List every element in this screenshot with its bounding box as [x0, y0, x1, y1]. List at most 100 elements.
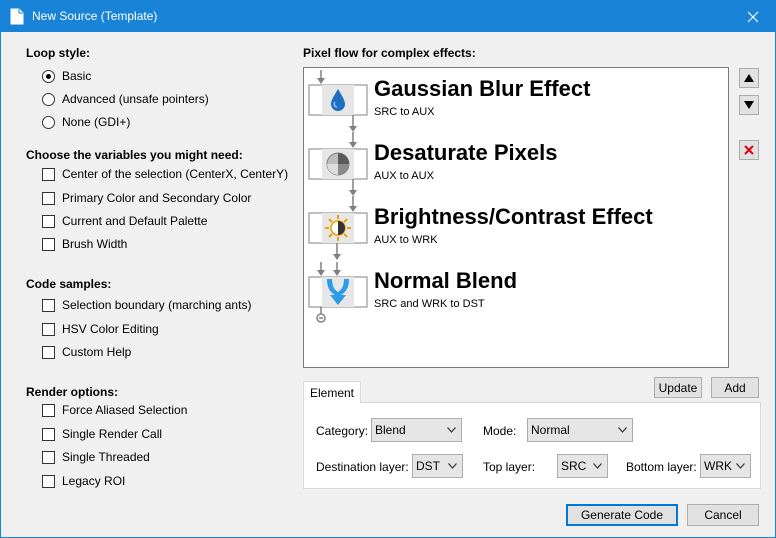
destination-layer-select[interactable]: DST: [412, 454, 463, 478]
desaturate-icon: [308, 132, 368, 196]
flow-item-subtitle: AUX to WRK: [374, 234, 438, 246]
flow-item-gaussian-blur[interactable]: Gaussian Blur Effect SRC to AUX: [304, 68, 728, 132]
move-up-icon: [744, 74, 754, 82]
checkbox[interactable]: [42, 191, 55, 205]
code-samples-label: Code samples:: [26, 277, 112, 291]
add-button[interactable]: Add: [711, 377, 759, 398]
checkbox[interactable]: [42, 427, 55, 441]
category-label: Category:: [316, 424, 369, 438]
chevron-down-icon: [618, 427, 627, 433]
checkbox[interactable]: [42, 345, 55, 359]
top-layer-label: Top layer:: [483, 460, 536, 474]
flow-item-normal-blend[interactable]: Normal Blend SRC and WRK to DST: [304, 260, 728, 324]
flow-item-subtitle: AUX to AUX: [374, 170, 434, 182]
checkbox[interactable]: [42, 474, 55, 488]
checkbox[interactable]: [42, 322, 55, 336]
radio-label: None (GDI+): [62, 115, 131, 129]
render-options-label: Render options:: [26, 385, 118, 399]
checkbox-label: Single Threaded: [62, 450, 150, 464]
water-drop-icon: [308, 70, 368, 132]
bottom-layer-value: WRK: [704, 459, 732, 473]
checkbox[interactable]: [42, 214, 55, 228]
move-up-button[interactable]: [739, 68, 759, 88]
chevron-down-icon: [448, 463, 457, 469]
flow-item-title: Normal Blend: [374, 268, 518, 293]
tab-element[interactable]: Element: [303, 381, 361, 403]
pixel-flow-list[interactable]: Gaussian Blur Effect SRC to AUX Desatura…: [303, 67, 729, 368]
move-down-button[interactable]: [739, 95, 759, 115]
delete-icon: [744, 145, 754, 155]
checkbox-label: Selection boundary (marching ants): [62, 298, 252, 312]
destination-layer-value: DST: [416, 459, 440, 473]
checkbox-label: Force Aliased Selection: [62, 403, 188, 417]
flow-item-desaturate[interactable]: Desaturate Pixels AUX to AUX: [304, 132, 728, 196]
checkbox[interactable]: [42, 298, 55, 312]
top-layer-select[interactable]: SRC: [557, 454, 608, 478]
pixel-flow-label: Pixel flow for complex effects:: [303, 46, 476, 60]
flow-item-title: Gaussian Blur Effect: [374, 76, 591, 101]
variables-label: Choose the variables you might need:: [26, 148, 243, 162]
move-down-icon: [744, 101, 754, 109]
window-title: New Source (Template): [32, 9, 158, 23]
cancel-button[interactable]: Cancel: [687, 504, 759, 526]
checkbox[interactable]: [42, 450, 55, 464]
checkbox-selection-boundary[interactable]: Selection boundary (marching ants): [42, 297, 251, 313]
close-button[interactable]: [731, 1, 775, 32]
radio-none[interactable]: None (GDI+): [42, 114, 130, 130]
top-layer-value: SRC: [561, 459, 587, 473]
radio-advanced[interactable]: Advanced (unsafe pointers): [42, 91, 209, 107]
category-value: Blend: [375, 423, 406, 437]
checkbox-label: Brush Width: [62, 237, 128, 251]
radio-button[interactable]: [42, 69, 55, 83]
flow-item-brightness-contrast[interactable]: Brightness/Contrast Effect AUX to WRK: [304, 196, 728, 260]
checkbox-label: Primary Color and Secondary Color: [62, 191, 252, 205]
checkbox-label: Single Render Call: [62, 427, 163, 441]
bottom-layer-label: Bottom layer:: [626, 460, 697, 474]
brightness-icon: [308, 196, 368, 260]
mode-label: Mode:: [483, 424, 517, 438]
blend-icon: [308, 262, 368, 323]
mode-value: Normal: [531, 423, 570, 437]
chevron-down-icon: [447, 427, 456, 433]
close-icon: [747, 11, 759, 22]
checkbox-label: Custom Help: [62, 345, 132, 359]
document-icon: [10, 8, 24, 25]
flow-item-title: Brightness/Contrast Effect: [374, 204, 653, 229]
update-button[interactable]: Update: [654, 377, 702, 398]
checkbox-hsv-color-editing[interactable]: HSV Color Editing: [42, 321, 159, 337]
category-select[interactable]: Blend: [371, 418, 462, 442]
radio-label: Basic: [62, 69, 92, 83]
checkbox-brush-width[interactable]: Brush Width: [42, 236, 127, 252]
checkbox-single-render-call[interactable]: Single Render Call: [42, 426, 162, 442]
checkbox-label: Current and Default Palette: [62, 214, 208, 228]
checkbox-custom-help[interactable]: Custom Help: [42, 344, 131, 360]
checkbox-label: Legacy ROI: [62, 474, 126, 488]
generate-code-button[interactable]: Generate Code: [566, 504, 678, 526]
dialog-window: New Source (Template) Loop style: Basic …: [0, 0, 776, 538]
element-tab-panel: [303, 402, 761, 489]
chevron-down-icon: [736, 463, 745, 469]
checkbox-center-selection[interactable]: Center of the selection (CenterX, Center…: [42, 166, 288, 182]
checkbox[interactable]: [42, 237, 55, 251]
checkbox-single-threaded[interactable]: Single Threaded: [42, 449, 150, 465]
checkbox-legacy-roi[interactable]: Legacy ROI: [42, 473, 125, 489]
radio-label: Advanced (unsafe pointers): [62, 92, 209, 106]
checkbox-force-aliased-selection[interactable]: Force Aliased Selection: [42, 402, 187, 418]
delete-button[interactable]: [739, 140, 759, 160]
checkbox-primary-secondary-color[interactable]: Primary Color and Secondary Color: [42, 190, 251, 206]
radio-button[interactable]: [42, 115, 55, 129]
flow-item-title: Desaturate Pixels: [374, 140, 558, 165]
title-bar: New Source (Template): [1, 1, 775, 32]
radio-basic[interactable]: Basic: [42, 68, 91, 84]
loop-style-label: Loop style:: [26, 46, 91, 60]
mode-select[interactable]: Normal: [527, 418, 633, 442]
bottom-layer-select[interactable]: WRK: [700, 454, 751, 478]
flow-item-subtitle: SRC to AUX: [374, 106, 435, 118]
checkbox[interactable]: [42, 167, 55, 181]
chevron-down-icon: [593, 463, 602, 469]
radio-button[interactable]: [42, 92, 55, 106]
flow-item-subtitle: SRC and WRK to DST: [374, 298, 485, 310]
checkbox[interactable]: [42, 403, 55, 417]
checkbox-label: Center of the selection (CenterX, Center…: [62, 167, 289, 181]
checkbox-palette[interactable]: Current and Default Palette: [42, 213, 207, 229]
